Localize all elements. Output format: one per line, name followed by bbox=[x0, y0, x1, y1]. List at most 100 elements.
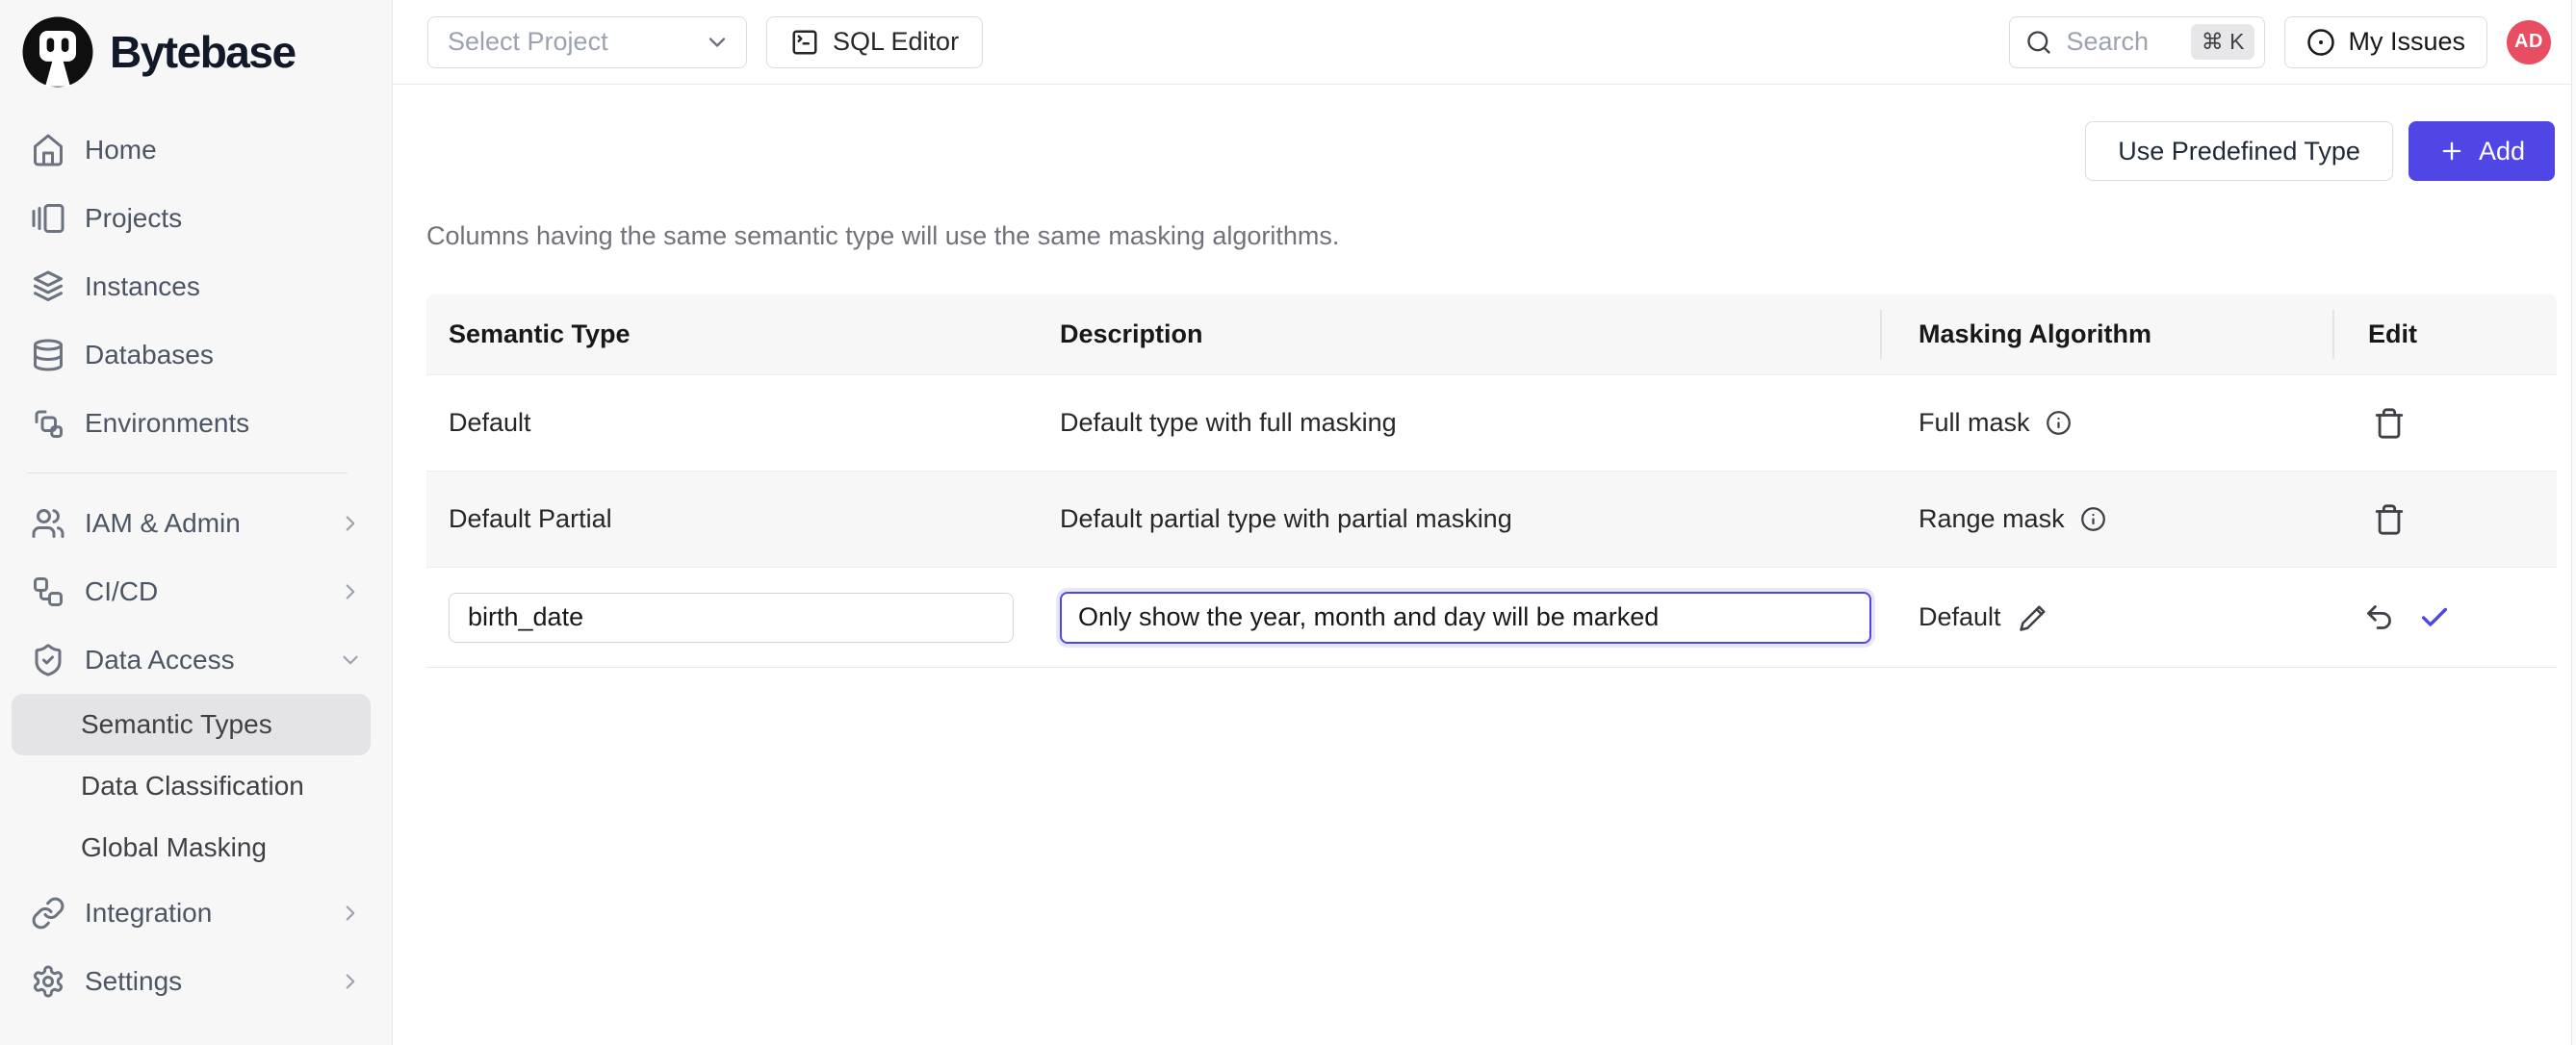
masking-algorithm-cell: Default bbox=[1880, 602, 2332, 632]
table-row: Default Partial Default partial type wit… bbox=[426, 471, 2557, 567]
my-issues-button[interactable]: My Issues bbox=[2284, 16, 2487, 68]
search-icon bbox=[2025, 29, 2052, 56]
sidebar-item-data-classification[interactable]: Data Classification bbox=[12, 755, 371, 817]
undo-button[interactable] bbox=[2363, 601, 2395, 633]
main-area: Select Project SQL Editor Search ⌘ K bbox=[393, 0, 2576, 1045]
sidebar-subitem-label: Global Masking bbox=[81, 832, 267, 863]
masking-algorithm-label: Range mask bbox=[1919, 504, 2065, 534]
sidebar-item-label: Integration bbox=[85, 898, 212, 929]
terminal-icon bbox=[790, 28, 819, 57]
users-icon bbox=[31, 506, 65, 541]
search-placeholder: Search bbox=[2066, 27, 2177, 57]
sidebar-item-label: Home bbox=[85, 135, 157, 166]
layers-icon bbox=[31, 269, 65, 304]
sidebar-item-label: CI/CD bbox=[85, 576, 158, 607]
info-icon[interactable] bbox=[2080, 506, 2106, 532]
sidebar-item-data-access[interactable]: Data Access bbox=[0, 625, 392, 694]
sidebar-item-integration[interactable]: Integration bbox=[0, 879, 392, 947]
sidebar-item-label: Instances bbox=[85, 271, 200, 302]
avatar[interactable]: AD bbox=[2507, 20, 2551, 64]
delete-button[interactable] bbox=[2373, 503, 2406, 536]
edit-cell bbox=[2332, 601, 2557, 634]
sidebar-item-label: Data Access bbox=[85, 645, 235, 675]
sidebar-item-settings[interactable]: Settings bbox=[0, 947, 392, 1015]
masking-algorithm-label: Full mask bbox=[1919, 408, 2030, 438]
chevron-down-icon bbox=[704, 29, 731, 56]
chevron-down-icon bbox=[338, 648, 363, 673]
sql-editor-button[interactable]: SQL Editor bbox=[766, 16, 983, 68]
database-icon bbox=[31, 338, 65, 372]
masking-algorithm-label: Default bbox=[1919, 602, 2001, 632]
sidebar-item-label: Settings bbox=[85, 966, 182, 997]
page-actions: Use Predefined Type Add bbox=[426, 121, 2557, 181]
masking-algorithm-cell: Full mask bbox=[1880, 408, 2332, 438]
info-icon[interactable] bbox=[2046, 410, 2072, 436]
project-select[interactable]: Select Project bbox=[427, 16, 747, 68]
gear-icon bbox=[31, 964, 65, 999]
column-header-description: Description bbox=[1060, 294, 1880, 374]
link-icon bbox=[31, 896, 65, 930]
sidebar-item-label: Projects bbox=[85, 203, 182, 234]
edit-masking-algorithm-button[interactable] bbox=[2019, 603, 2048, 632]
add-button[interactable]: Add bbox=[2409, 121, 2555, 181]
page-description: Columns having the same semantic type wi… bbox=[426, 221, 2557, 251]
sidebar-item-global-masking[interactable]: Global Masking bbox=[12, 817, 371, 879]
home-icon bbox=[31, 133, 65, 167]
use-predefined-type-button[interactable]: Use Predefined Type bbox=[2085, 121, 2393, 181]
semantic-type-cell bbox=[426, 593, 1060, 643]
semantic-type-cell: Default Partial bbox=[426, 504, 1060, 534]
use-predefined-type-label: Use Predefined Type bbox=[2118, 137, 2360, 166]
sidebar-item-label: Databases bbox=[85, 340, 214, 370]
circle-dot-icon bbox=[2306, 28, 2335, 57]
sidebar-item-home[interactable]: Home bbox=[0, 115, 392, 184]
sidebar-divider bbox=[27, 472, 348, 473]
description-input[interactable] bbox=[1060, 592, 1871, 644]
semantic-types-page: Use Predefined Type Add Columns having t… bbox=[393, 85, 2576, 1045]
description-cell bbox=[1060, 592, 1880, 644]
masking-algorithm-cell: Range mask bbox=[1880, 504, 2332, 534]
delete-button[interactable] bbox=[2373, 407, 2406, 440]
description-cell: Default type with full masking bbox=[1060, 408, 1880, 438]
column-header-edit: Edit bbox=[2332, 294, 2557, 374]
sql-editor-label: SQL Editor bbox=[833, 27, 959, 57]
sidebar-item-label: Environments bbox=[85, 408, 249, 439]
sidebar-item-cicd[interactable]: CI/CD bbox=[0, 557, 392, 625]
chevron-right-icon bbox=[338, 969, 363, 994]
sidebar-nav: Home Projects Instances Databases bbox=[0, 115, 392, 1015]
brand-logo[interactable]: Bytebase bbox=[0, 13, 392, 90]
scrollbar-track[interactable] bbox=[2571, 0, 2576, 1045]
column-header-semantic-type: Semantic Type bbox=[426, 294, 1060, 374]
sidebar-item-projects[interactable]: Projects bbox=[0, 184, 392, 252]
sidebar-subitem-label: Semantic Types bbox=[81, 709, 272, 740]
sidebar-item-instances[interactable]: Instances bbox=[0, 252, 392, 320]
edit-cell bbox=[2332, 503, 2557, 536]
avatar-initials: AD bbox=[2514, 31, 2543, 53]
table-row: Default Default type with full masking F… bbox=[426, 374, 2557, 471]
sidebar-item-iam-admin[interactable]: IAM & Admin bbox=[0, 489, 392, 557]
my-issues-label: My Issues bbox=[2348, 27, 2465, 57]
topbar: Select Project SQL Editor Search ⌘ K bbox=[393, 0, 2576, 85]
plus-icon bbox=[2438, 138, 2465, 165]
sidebar-item-label: IAM & Admin bbox=[85, 508, 241, 539]
project-select-placeholder: Select Project bbox=[448, 27, 608, 57]
sidebar-item-databases[interactable]: Databases bbox=[0, 320, 392, 389]
semantic-type-cell: Default bbox=[426, 408, 1060, 438]
edit-cell bbox=[2332, 407, 2557, 440]
sidebar-item-environments[interactable]: Environments bbox=[0, 389, 392, 457]
chevron-right-icon bbox=[338, 511, 363, 536]
app-window: Bytebase Home Projects Instances bbox=[0, 0, 2576, 1045]
search-input[interactable]: Search ⌘ K bbox=[2009, 16, 2265, 68]
description-cell: Default partial type with partial maskin… bbox=[1060, 504, 1880, 534]
column-header-masking-algorithm: Masking Algorithm bbox=[1880, 294, 2332, 374]
sidebar: Bytebase Home Projects Instances bbox=[0, 0, 393, 1045]
chevron-right-icon bbox=[338, 901, 363, 926]
add-button-label: Add bbox=[2479, 137, 2525, 166]
sidebar-subitem-label: Data Classification bbox=[81, 771, 304, 802]
environments-icon bbox=[31, 406, 65, 441]
confirm-button[interactable] bbox=[2418, 601, 2451, 634]
semantic-types-table: Semantic Type Description Masking Algori… bbox=[426, 294, 2557, 668]
bytebase-logo-icon bbox=[21, 15, 94, 89]
table-row-editing: Default bbox=[426, 567, 2557, 668]
semantic-type-input[interactable] bbox=[449, 593, 1014, 643]
sidebar-item-semantic-types[interactable]: Semantic Types bbox=[12, 694, 371, 755]
